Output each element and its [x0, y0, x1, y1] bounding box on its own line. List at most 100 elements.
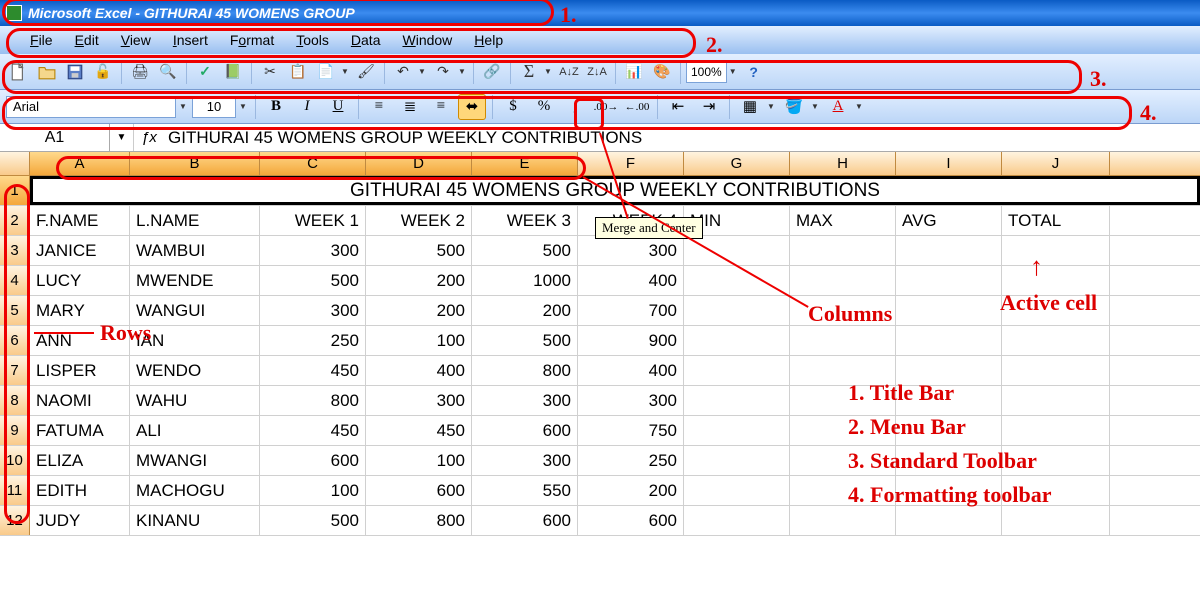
paste-icon[interactable]: 📄	[313, 59, 339, 85]
cell-G9[interactable]	[684, 416, 790, 445]
cell-J5[interactable]	[1002, 296, 1110, 325]
cell-G12[interactable]	[684, 506, 790, 535]
hyperlink-icon[interactable]: 🔗	[479, 59, 505, 85]
fill-color-icon[interactable]: 🪣	[780, 94, 808, 120]
cell-C12[interactable]: 500	[260, 506, 366, 535]
cell-A6[interactable]: ANN	[30, 326, 130, 355]
cell-E9[interactable]: 600	[472, 416, 578, 445]
cell-E8[interactable]: 300	[472, 386, 578, 415]
cell-A11[interactable]: EDITH	[30, 476, 130, 505]
cell-I3[interactable]	[896, 236, 1002, 265]
menu-window[interactable]: Window	[402, 32, 452, 48]
cell-F4[interactable]: 400	[578, 266, 684, 295]
row-header-12[interactable]: 12	[0, 506, 30, 535]
font-name-dropdown[interactable]: ▼	[179, 102, 189, 111]
cell-H5[interactable]	[790, 296, 896, 325]
merge-center-icon[interactable]: ⬌	[458, 94, 486, 120]
menu-file[interactable]: File	[30, 32, 53, 48]
cell-J4[interactable]	[1002, 266, 1110, 295]
cell-G7[interactable]	[684, 356, 790, 385]
column-header-A[interactable]: A	[30, 152, 130, 175]
cell-F8[interactable]: 300	[578, 386, 684, 415]
cell-J8[interactable]	[1002, 386, 1110, 415]
cell-I12[interactable]	[896, 506, 1002, 535]
column-header-I[interactable]: I	[896, 152, 1002, 175]
cell-F9[interactable]: 750	[578, 416, 684, 445]
sort-desc-icon[interactable]: Z↓A	[584, 59, 610, 85]
paste-dropdown[interactable]: ▼	[341, 67, 351, 76]
cell-C4[interactable]: 500	[260, 266, 366, 295]
cell-E4[interactable]: 1000	[472, 266, 578, 295]
cell-E3[interactable]: 500	[472, 236, 578, 265]
cell-C7[interactable]: 450	[260, 356, 366, 385]
row-header-6[interactable]: 6	[0, 326, 30, 355]
cell-D9[interactable]: 450	[366, 416, 472, 445]
borders-icon[interactable]: ▦	[736, 94, 764, 120]
menu-format[interactable]: Format	[230, 32, 274, 48]
new-icon[interactable]	[6, 59, 32, 85]
cell-I9[interactable]	[896, 416, 1002, 445]
column-header-J[interactable]: J	[1002, 152, 1110, 175]
borders-dropdown[interactable]: ▼	[767, 102, 777, 111]
cell-E5[interactable]: 200	[472, 296, 578, 325]
cell-J10[interactable]	[1002, 446, 1110, 475]
font-size-dropdown[interactable]: ▼	[239, 102, 249, 111]
cell-B9[interactable]: ALI	[130, 416, 260, 445]
cell-I7[interactable]	[896, 356, 1002, 385]
cell-C9[interactable]: 450	[260, 416, 366, 445]
select-all-corner[interactable]	[0, 152, 30, 175]
cell-F3[interactable]: 300	[578, 236, 684, 265]
fill-color-dropdown[interactable]: ▼	[811, 102, 821, 111]
cell-I6[interactable]	[896, 326, 1002, 355]
cell-G5[interactable]	[684, 296, 790, 325]
cell-H10[interactable]	[790, 446, 896, 475]
cell-I11[interactable]	[896, 476, 1002, 505]
column-header-D[interactable]: D	[366, 152, 472, 175]
align-right-icon[interactable]: ≡	[427, 94, 455, 120]
font-name-box[interactable]: Arial	[6, 96, 176, 118]
cell-C11[interactable]: 100	[260, 476, 366, 505]
format-painter-icon[interactable]: 🖌	[353, 59, 379, 85]
cell-H6[interactable]	[790, 326, 896, 355]
autosum-dropdown[interactable]: ▼	[544, 67, 554, 76]
row-header-7[interactable]: 7	[0, 356, 30, 385]
cell-I5[interactable]	[896, 296, 1002, 325]
menu-help[interactable]: Help	[474, 32, 503, 48]
cell-C10[interactable]: 600	[260, 446, 366, 475]
cell-H2[interactable]: MAX	[790, 206, 896, 235]
cell-J7[interactable]	[1002, 356, 1110, 385]
copy-icon[interactable]: 📋	[285, 59, 311, 85]
cell-A9[interactable]: FATUMA	[30, 416, 130, 445]
font-color-icon[interactable]: A	[824, 94, 852, 120]
cell-F5[interactable]: 700	[578, 296, 684, 325]
align-center-icon[interactable]: ≣	[396, 94, 424, 120]
column-header-E[interactable]: E	[472, 152, 578, 175]
decrease-indent-icon[interactable]: ⇤	[664, 94, 692, 120]
cell-G4[interactable]	[684, 266, 790, 295]
column-header-C[interactable]: C	[260, 152, 366, 175]
cell-A10[interactable]: ELIZA	[30, 446, 130, 475]
cell-E11[interactable]: 550	[472, 476, 578, 505]
zoom-box[interactable]: 100%	[686, 61, 727, 83]
help-icon[interactable]: ?	[741, 59, 767, 85]
cell-E7[interactable]: 800	[472, 356, 578, 385]
cell-B6[interactable]: IAN	[130, 326, 260, 355]
cell-E6[interactable]: 500	[472, 326, 578, 355]
cell-B11[interactable]: MACHOGU	[130, 476, 260, 505]
print-preview-icon[interactable]: 🔍	[155, 59, 181, 85]
menu-edit[interactable]: Edit	[75, 32, 99, 48]
column-header-H[interactable]: H	[790, 152, 896, 175]
name-box[interactable]: A1	[0, 124, 110, 151]
cell-C3[interactable]: 300	[260, 236, 366, 265]
cell-J11[interactable]	[1002, 476, 1110, 505]
underline-icon[interactable]: U	[324, 94, 352, 120]
cell-E10[interactable]: 300	[472, 446, 578, 475]
column-header-G[interactable]: G	[684, 152, 790, 175]
cell-A4[interactable]: LUCY	[30, 266, 130, 295]
cell-J9[interactable]	[1002, 416, 1110, 445]
cell-A3[interactable]: JANICE	[30, 236, 130, 265]
bold-icon[interactable]: B	[262, 94, 290, 120]
cell-F11[interactable]: 200	[578, 476, 684, 505]
percent-icon[interactable]: %	[530, 94, 558, 120]
permission-icon[interactable]: 🔓	[90, 59, 116, 85]
